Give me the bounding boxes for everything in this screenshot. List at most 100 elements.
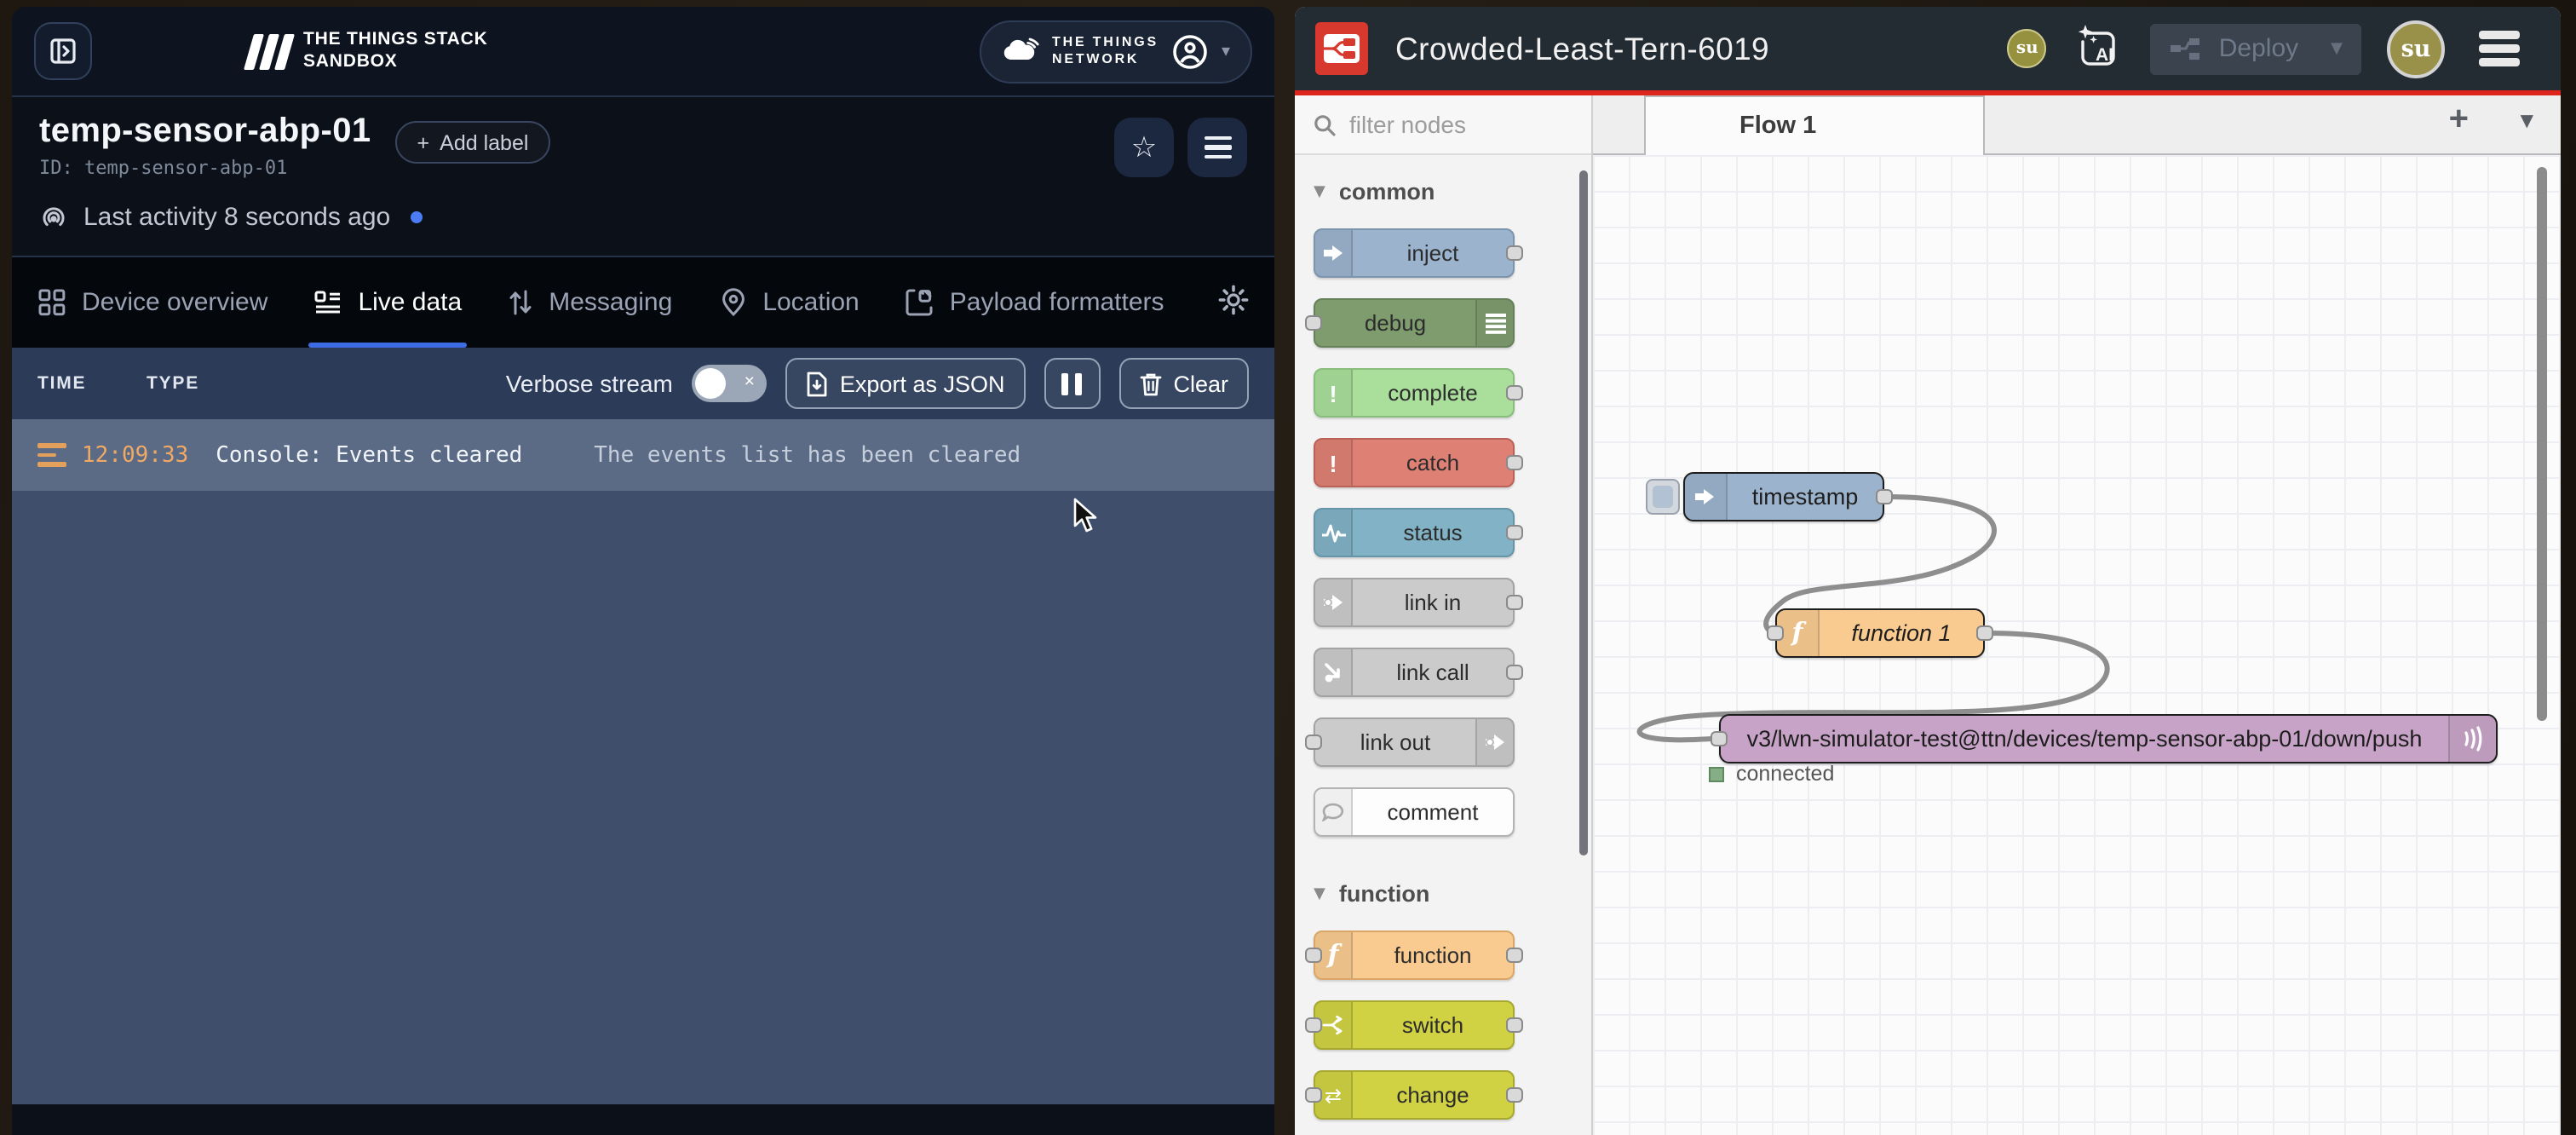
catch-icon: ! [1315,440,1353,486]
sidebar-toggle-button[interactable] [34,22,92,80]
network-line2: NETWORK [1052,51,1159,69]
deploy-button[interactable]: Deploy ▼ [2151,23,2361,74]
add-flow-button[interactable]: + [2449,101,2469,140]
live-data-icon [313,288,342,317]
clear-events-button[interactable]: Clear [1118,358,1249,409]
event-console-icon [37,443,66,467]
flow-tab-active[interactable]: Flow 1 [1644,95,1985,155]
palette-filter-input[interactable] [1349,111,1554,138]
node-red-header: Crowded-Least-Tern-6019 su AI D [1295,7,2561,90]
palette-node-catch[interactable]: ! catch [1314,438,1515,487]
pause-stream-button[interactable] [1044,358,1100,409]
section-chevron-icon: ▼ [1314,885,1325,902]
output-port[interactable] [1506,948,1523,963]
page-title: temp-sensor-abp-01 [39,112,371,152]
toggle-knob [695,368,726,399]
add-label-text: Add label [440,130,528,154]
things-stack-logo: THE THINGS STACK SANDBOX [249,30,488,72]
add-label-button[interactable]: + Add label [395,121,551,164]
palette-section-function[interactable]: ▼ function [1295,857,1591,920]
tab-label: Live data [358,288,462,317]
tab-device-overview[interactable]: Device overview [37,257,267,348]
tab-messaging[interactable]: Messaging [508,257,672,348]
network-line1: THE THINGS [1052,33,1159,51]
flow-list-button[interactable]: ▼ [2521,112,2533,131]
live-data-toolbar: TIME TYPE Verbose stream × Export as JSO… [12,348,1274,419]
event-time: 12:09:33 [82,442,188,468]
tab-location[interactable]: Location [718,257,859,348]
palette-node-debug[interactable]: debug [1314,298,1515,348]
output-port[interactable] [1506,1087,1523,1103]
input-port[interactable] [1305,1017,1322,1033]
user-avatar[interactable]: su [2387,20,2445,78]
input-port[interactable] [1305,735,1322,750]
device-settings-button[interactable] [1218,284,1249,321]
mqtt-broadcast-icon [2462,726,2484,752]
canvas-node-function-1[interactable]: f function 1 [1775,608,1985,658]
section-label: common [1339,179,1435,205]
deploy-caret-icon[interactable]: ▼ [2331,40,2343,57]
palette-node-switch[interactable]: switch [1314,1000,1515,1050]
device-menu-button[interactable] [1187,118,1247,177]
inject-trigger-button[interactable] [1646,479,1680,515]
input-port[interactable] [1767,625,1784,641]
input-port[interactable] [1305,1087,1322,1103]
status-connected-text: connected [1736,762,1834,786]
palette-scrollbar[interactable] [1579,170,1588,856]
input-port[interactable] [1711,731,1728,746]
palette-node-inject[interactable]: inject [1314,228,1515,278]
output-port[interactable] [1876,489,1893,504]
gear-icon [1218,284,1249,314]
palette-search[interactable] [1295,95,1591,155]
palette-node-status[interactable]: status [1314,508,1515,557]
canvas-node-timestamp[interactable]: timestamp [1683,472,1884,521]
flow-canvas[interactable]: timestamp f function 1 v3/lwn-simulator-… [1593,155,2561,1135]
network-switcher[interactable]: THE THINGS NETWORK ▾ [979,20,1252,83]
canvas-node-mqtt-out[interactable]: v3/lwn-simulator-test@ttn/devices/temp-s… [1719,714,2498,763]
output-port[interactable] [1506,595,1523,610]
input-port[interactable] [1305,315,1322,331]
palette-section-common[interactable]: ▼ common [1295,155,1591,218]
palette-node-link-in[interactable]: link in [1314,578,1515,627]
export-json-button[interactable]: Export as JSON [785,358,1026,409]
output-port[interactable] [1506,385,1523,400]
star-icon: ☆ [1131,130,1158,164]
complete-icon: ! [1315,370,1353,416]
input-port[interactable] [1305,948,1322,963]
pause-icon [1061,372,1082,395]
output-port[interactable] [1506,245,1523,261]
link-in-icon [1323,593,1343,612]
column-header-type: TYPE [147,373,199,394]
palette-node-link-call[interactable]: link call [1314,648,1515,697]
status-heartbeat-icon [1321,522,1345,543]
last-activity-text: Last activity 8 seconds ago [83,203,390,232]
messaging-arrows-icon [508,288,533,317]
favorite-button[interactable]: ☆ [1114,118,1174,177]
palette-node-link-out[interactable]: link out [1314,717,1515,767]
output-port[interactable] [1976,625,1993,641]
tab-live-data[interactable]: Live data [313,257,462,348]
output-port[interactable] [1506,1017,1523,1033]
palette-node-comment[interactable]: comment [1314,787,1515,837]
ai-assistant-icon[interactable]: AI [2073,22,2125,75]
output-port[interactable] [1506,525,1523,540]
verbose-stream-toggle[interactable]: × [692,365,767,402]
user-badge-small[interactable]: su [2008,29,2047,68]
deploy-flow-icon [2170,34,2202,63]
logo-line1: THE THINGS STACK [303,30,488,51]
export-file-icon [806,371,828,396]
output-port[interactable] [1506,455,1523,470]
export-json-label: Export as JSON [840,371,1005,396]
palette-node-function[interactable]: f function [1314,930,1515,980]
live-dot [411,211,423,223]
section-label: function [1339,881,1430,907]
palette-node-change[interactable]: ⇄ change [1314,1070,1515,1120]
verbose-stream-label: Verbose stream [506,370,673,397]
main-menu-button[interactable] [2479,32,2520,66]
tab-payload-formatters[interactable]: Payload formatters [906,257,1164,348]
palette-node-complete[interactable]: ! complete [1314,368,1515,418]
event-row[interactable]: 12:09:33 Console: Events cleared The eve… [12,419,1274,491]
canvas-scrollbar[interactable] [2537,167,2547,721]
event-list-empty-area [12,491,1274,1104]
output-port[interactable] [1506,665,1523,680]
